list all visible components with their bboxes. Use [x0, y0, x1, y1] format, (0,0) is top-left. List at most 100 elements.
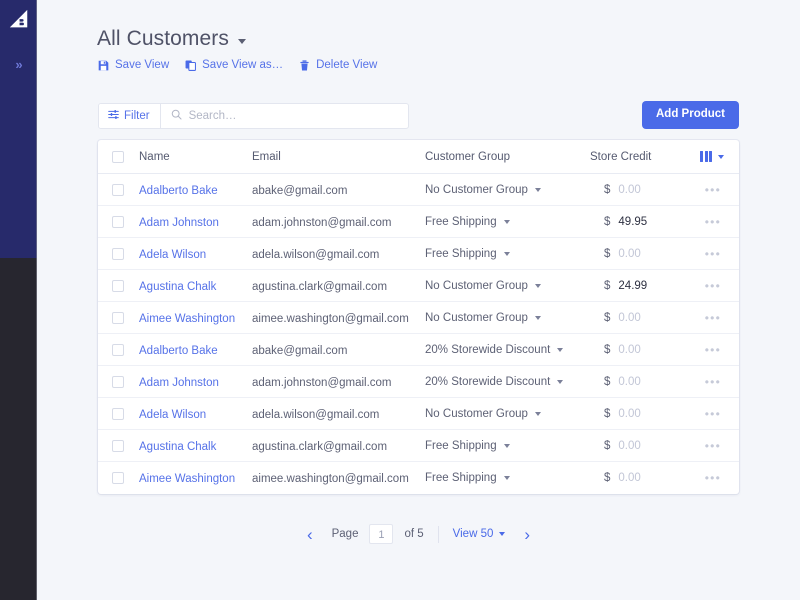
- app-root: » All Customers Save View: [0, 0, 800, 600]
- store-credit-field[interactable]: $0.00: [590, 344, 700, 356]
- customer-name-link[interactable]: Agustina Chalk: [139, 277, 252, 295]
- row-actions-button[interactable]: •••: [700, 245, 729, 263]
- row-actions-button[interactable]: •••: [700, 181, 729, 199]
- store-credit-field[interactable]: $49.95: [590, 216, 700, 228]
- store-credit-field[interactable]: $0.00: [590, 472, 700, 484]
- row-actions-button[interactable]: •••: [700, 469, 729, 487]
- row-checkbox[interactable]: [112, 312, 139, 324]
- caret-down-icon: [504, 252, 510, 256]
- store-credit-field[interactable]: $0.00: [590, 408, 700, 420]
- select-all-checkbox[interactable]: [112, 151, 139, 163]
- table-row[interactable]: Aimee Washingtonaimee.washington@gmail.c…: [98, 302, 739, 334]
- customer-name-link[interactable]: Agustina Chalk: [139, 437, 252, 455]
- column-header-customer-group[interactable]: Customer Group: [425, 151, 590, 163]
- ellipsis-icon: •••: [705, 215, 721, 229]
- table-row[interactable]: Agustina Chalkagustina.clark@gmail.comFr…: [98, 430, 739, 462]
- row-actions-button[interactable]: •••: [700, 405, 729, 423]
- customer-name-link[interactable]: Adalberto Bake: [139, 181, 252, 199]
- currency-symbol: $: [604, 472, 610, 484]
- column-settings[interactable]: [700, 151, 736, 162]
- store-credit-field[interactable]: $0.00: [590, 440, 700, 452]
- delete-view-label: Delete View: [316, 59, 377, 71]
- caret-down-icon: [535, 412, 541, 416]
- page-size-dropdown[interactable]: View 50: [453, 528, 506, 540]
- copy-icon: [185, 60, 196, 71]
- store-credit-field[interactable]: $0.00: [590, 248, 700, 260]
- save-view-button[interactable]: Save View: [98, 59, 169, 71]
- customer-name-link[interactable]: Adam Johnston: [139, 213, 252, 231]
- customer-group-dropdown[interactable]: Free Shipping: [425, 440, 590, 452]
- search-input[interactable]: Search…: [161, 104, 408, 128]
- table-row[interactable]: Adela Wilsonadela.wilson@gmail.comFree S…: [98, 238, 739, 270]
- sidebar-expand-button[interactable]: »: [0, 55, 37, 75]
- row-checkbox[interactable]: [112, 216, 139, 228]
- row-checkbox[interactable]: [112, 408, 139, 420]
- store-credit-field[interactable]: $0.00: [590, 376, 700, 388]
- customer-name-link[interactable]: Adam Johnston: [139, 373, 252, 391]
- add-product-button[interactable]: Add Product: [642, 101, 739, 129]
- pagination: ‹ Page 1 of 5 View 50 ›: [37, 524, 800, 544]
- column-header-store-credit[interactable]: Store Credit: [590, 151, 700, 163]
- column-header-name[interactable]: Name: [139, 151, 252, 163]
- customer-name-link[interactable]: Adalberto Bake: [139, 341, 252, 359]
- previous-page-button[interactable]: ‹: [299, 526, 321, 543]
- caret-down-icon: [718, 155, 724, 159]
- page-number-input[interactable]: 1: [369, 524, 393, 544]
- customer-group-dropdown[interactable]: Free Shipping: [425, 216, 590, 228]
- customer-group-dropdown[interactable]: No Customer Group: [425, 408, 590, 420]
- row-checkbox[interactable]: [112, 280, 139, 292]
- toolbar: Filter Search… Add Product: [98, 103, 739, 129]
- row-actions-button[interactable]: •••: [700, 341, 729, 359]
- page-title-row: All Customers: [97, 27, 246, 51]
- table-row[interactable]: Aimee Washingtonaimee.washington@gmail.c…: [98, 462, 739, 494]
- ellipsis-icon: •••: [705, 375, 721, 389]
- column-header-email[interactable]: Email: [252, 151, 425, 163]
- save-view-as-button[interactable]: Save View as…: [185, 59, 283, 71]
- customer-email: adela.wilson@gmail.com: [252, 245, 425, 263]
- table-row[interactable]: Adela Wilsonadela.wilson@gmail.comNo Cus…: [98, 398, 739, 430]
- customer-group-dropdown[interactable]: No Customer Group: [425, 280, 590, 292]
- customer-group-dropdown[interactable]: 20% Storewide Discount: [425, 344, 590, 356]
- customer-name-link[interactable]: Aimee Washington: [139, 469, 252, 487]
- row-checkbox[interactable]: [112, 248, 139, 260]
- customer-group-dropdown[interactable]: 20% Storewide Discount: [425, 376, 590, 388]
- customer-name-link[interactable]: Adela Wilson: [139, 405, 252, 423]
- row-checkbox[interactable]: [112, 344, 139, 356]
- table-row[interactable]: Adalberto Bakeabake@gmail.comNo Customer…: [98, 174, 739, 206]
- view-actions: Save View Save View as…: [98, 59, 377, 71]
- table-row[interactable]: Adam Johnstonadam.johnston@gmail.comFree…: [98, 206, 739, 238]
- caret-down-icon[interactable]: [238, 39, 246, 44]
- customer-group-dropdown[interactable]: No Customer Group: [425, 184, 590, 196]
- row-actions-button[interactable]: •••: [700, 309, 729, 327]
- store-credit-field[interactable]: $24.99: [590, 280, 700, 292]
- row-actions-button[interactable]: •••: [700, 277, 729, 295]
- page-label: Page: [332, 528, 359, 540]
- customer-group-dropdown[interactable]: Free Shipping: [425, 248, 590, 260]
- customer-name-link[interactable]: Adela Wilson: [139, 245, 252, 263]
- next-page-button[interactable]: ›: [516, 526, 538, 543]
- customer-group-dropdown[interactable]: No Customer Group: [425, 312, 590, 324]
- caret-down-icon: [504, 476, 510, 480]
- bigcommerce-logo-icon[interactable]: [8, 9, 30, 31]
- customer-email: adam.johnston@gmail.com: [252, 373, 425, 391]
- page-total-label: of 5: [404, 528, 423, 540]
- customer-name-link[interactable]: Aimee Washington: [139, 309, 252, 327]
- table-row[interactable]: Adalberto Bakeabake@gmail.com20% Storewi…: [98, 334, 739, 366]
- store-credit-field[interactable]: $0.00: [590, 312, 700, 324]
- row-checkbox[interactable]: [112, 184, 139, 196]
- row-checkbox[interactable]: [112, 472, 139, 484]
- row-actions-button[interactable]: •••: [700, 437, 729, 455]
- table-row[interactable]: Adam Johnstonadam.johnston@gmail.com20% …: [98, 366, 739, 398]
- store-credit-field[interactable]: $0.00: [590, 184, 700, 196]
- delete-view-button[interactable]: Delete View: [299, 59, 377, 71]
- row-actions-button[interactable]: •••: [700, 373, 729, 391]
- row-actions-button[interactable]: •••: [700, 213, 729, 231]
- row-checkbox[interactable]: [112, 376, 139, 388]
- pagination-divider: [438, 526, 439, 543]
- filter-button[interactable]: Filter: [99, 104, 161, 128]
- customer-group-dropdown[interactable]: Free Shipping: [425, 472, 590, 484]
- row-checkbox[interactable]: [112, 440, 139, 452]
- table-row[interactable]: Agustina Chalkagustina.clark@gmail.comNo…: [98, 270, 739, 302]
- customer-email: aimee.washington@gmail.com: [252, 309, 425, 327]
- search-placeholder: Search…: [189, 110, 237, 122]
